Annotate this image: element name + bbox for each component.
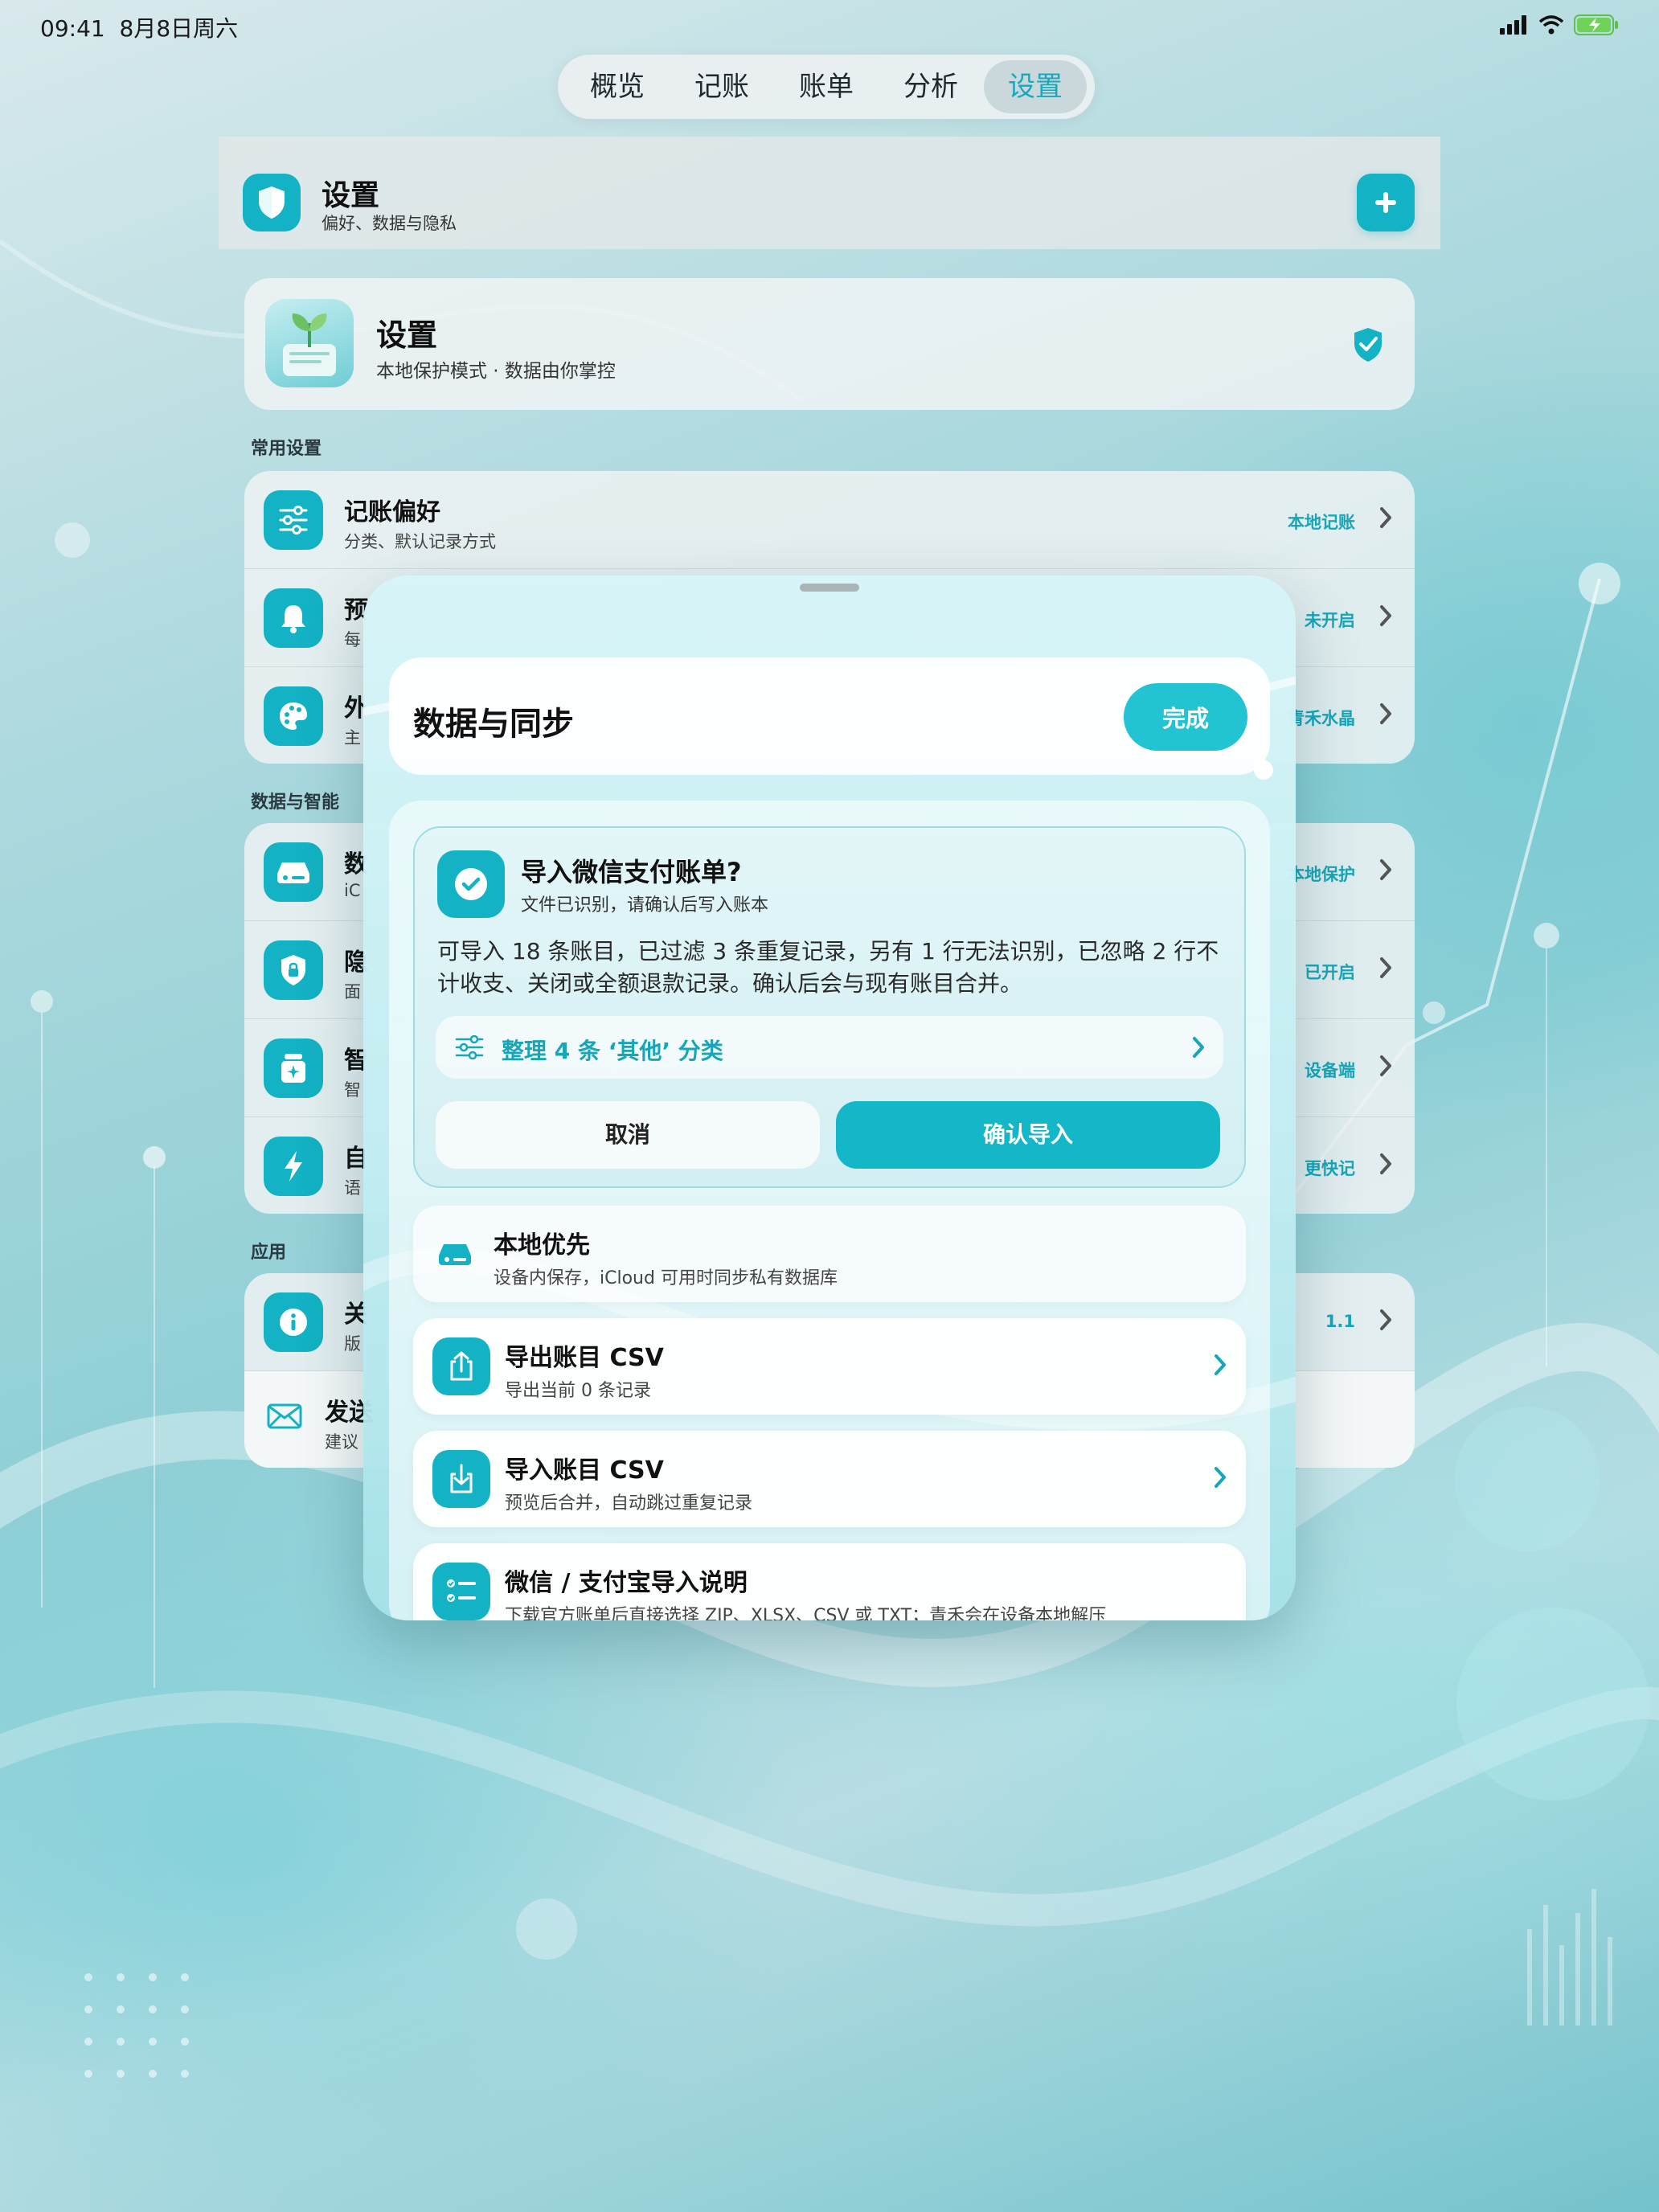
chevron-right-icon [1215,1467,1226,1488]
option-title: 本地优先 [494,1231,590,1260]
option-local-first: 本地优先 设备内保存，iCloud 可用时同步私有数据库 [413,1206,1246,1302]
chevron-right-icon [1380,957,1391,978]
option-import-csv[interactable]: 导入账目 CSV 预览后合并，自动跳过重复记录 [413,1431,1246,1527]
hero-title: 设置 [376,317,438,353]
spark-box-icon [264,1038,323,1098]
info-icon [264,1292,323,1352]
organize-label: 整理 4 条 ‘其他’ 分类 [502,1038,723,1064]
option-title: 微信 / 支付宝导入说明 [505,1569,748,1597]
lock-shield-icon [264,940,323,1000]
drive-icon [437,1241,473,1270]
palette-icon [264,686,323,746]
option-subtitle: 设备内保存，iCloud 可用时同步私有数据库 [494,1268,838,1288]
status-date-text: 8月8日周六 [119,15,239,42]
app-logo [265,299,354,387]
row-value: 已开启 [1305,963,1355,982]
tab-overview[interactable]: 概览 [566,60,669,113]
row-value: 本地记账 [1288,513,1355,532]
tab-record[interactable]: 记账 [670,60,773,113]
option-subtitle: 导出当前 0 条记录 [505,1381,651,1401]
data-sync-sheet: 数据与同步 完成 导入微信支付账单? 文件已识别，请确认后写入账本 可导入 18… [363,576,1296,1620]
import-description: 可导入 18 条账目，已过滤 3 条重复记录，另有 1 行无法识别，已忽略 2 … [437,938,1219,997]
settings-hero-card: 设置 本地保护模式 · 数据由你掌控 [244,278,1415,410]
status-bar: 09:41 8月8日周六 [0,0,1659,51]
tab-analysis[interactable]: 分析 [879,60,982,113]
checklist-icon [432,1563,490,1620]
plus-icon [1375,192,1396,213]
option-wechat-alipay-guide[interactable]: 微信 / 支付宝导入说明 下载官方账单后直接选择 ZIP、XLSX、CSV 或 … [413,1543,1246,1620]
cancel-import-button[interactable]: 取消 [436,1101,820,1169]
option-title: 导出账目 CSV [505,1344,664,1372]
status-icons [1500,14,1619,35]
option-title: 导入账目 CSV [505,1456,664,1485]
row-value: 更快记 [1305,1159,1355,1178]
option-subtitle: 下载官方账单后直接选择 ZIP、XLSX、CSV 或 TXT；青禾会在设备本地解… [505,1606,1107,1620]
import-title: 导入微信支付账单? [521,857,742,887]
chevron-right-icon [1380,1309,1391,1330]
chevron-right-icon [1380,1055,1391,1076]
shield-check-icon [1352,326,1384,367]
option-subtitle: 预览后合并，自动跳过重复记录 [505,1493,753,1514]
row-value: 本地保护 [1288,865,1355,884]
organize-other-category-button[interactable]: 整理 4 条 ‘其他’ 分类 [436,1016,1223,1079]
chevron-right-icon [1380,1153,1391,1174]
check-circle-icon [437,850,505,918]
top-tab-bar: 概览 记账 账单 分析 设置 [558,55,1095,119]
hero-subtitle: 本地保护模式 · 数据由你掌控 [376,361,616,382]
sliders-icon [264,490,323,550]
sheet-title: 数据与同步 [413,706,574,743]
row-subtitle: 分类、默认记录方式 [344,532,496,551]
tab-settings[interactable]: 设置 [984,60,1087,113]
settings-row-bookkeeping[interactable]: 记账偏好 分类、默认记录方式 本地记账 [244,471,1415,569]
page-subtitle: 偏好、数据与隐私 [322,214,457,233]
row-value: 青禾水晶 [1288,709,1355,728]
section-label-app: 应用 [251,1243,287,1263]
status-time: 09:41 8月8日周六 [40,11,238,43]
wechat-import-confirm-card: 导入微信支付账单? 文件已识别，请确认后写入账本 可导入 18 条账目，已过滤 … [413,826,1246,1188]
chevron-right-icon [1380,859,1391,880]
bolt-icon [264,1137,323,1196]
chevron-right-icon [1215,1354,1226,1375]
share-icon [432,1337,490,1395]
import-subtitle: 文件已识别，请确认后写入账本 [521,895,769,916]
battery-charging-icon [1574,14,1618,35]
row-subtitle: 主 [344,728,361,748]
tab-bills[interactable]: 账单 [775,60,878,113]
chevron-right-icon [1380,507,1391,528]
row-subtitle: 语 [344,1178,361,1198]
row-value: 未开启 [1305,611,1355,630]
add-button[interactable] [1357,174,1415,231]
page-header: 设置 偏好、数据与隐私 [219,137,1440,249]
section-label-data: 数据与智能 [251,793,340,813]
option-export-csv[interactable]: 导出账目 CSV 导出当前 0 条记录 [413,1318,1246,1415]
row-subtitle: iC [344,881,361,900]
row-title: 记账偏好 [344,498,440,526]
row-subtitle: 智 [344,1080,361,1100]
mail-icon [267,1403,302,1432]
signal-icon [1500,15,1526,35]
row-subtitle: 面 [344,982,361,1002]
row-value: 1.1 [1325,1312,1355,1331]
chevron-right-icon [1380,605,1391,626]
confirm-import-button[interactable]: 确认导入 [836,1101,1220,1169]
row-subtitle: 版 [344,1334,361,1354]
download-icon [432,1450,490,1508]
page-title: 设置 [322,179,380,212]
done-button[interactable]: 完成 [1124,683,1247,751]
sheet-content: 导入微信支付账单? 文件已识别，请确认后写入账本 可导入 18 条账目，已过滤 … [389,801,1270,1620]
bell-icon [264,588,323,648]
sliders-icon [455,1035,484,1059]
chevron-right-icon [1193,1037,1204,1058]
chevron-right-icon [1380,703,1391,724]
status-time-text: 09:41 [40,15,105,42]
row-subtitle: 每 [344,630,361,649]
sheet-header: 数据与同步 完成 [389,657,1270,775]
section-label-common: 常用设置 [251,439,322,459]
shield-icon [243,174,301,231]
row-subtitle: 建议 [325,1432,358,1452]
row-value: 设备端 [1305,1061,1355,1080]
drive-icon [264,842,323,902]
wifi-icon [1538,15,1564,35]
